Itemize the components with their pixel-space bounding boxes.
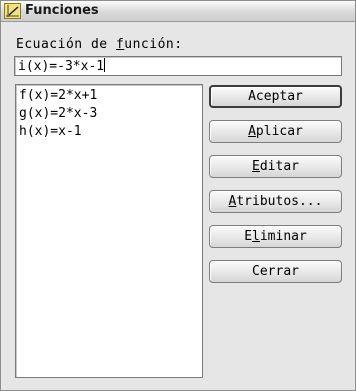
equation-label: Ecuación de función: bbox=[16, 37, 183, 52]
title-bar[interactable]: Funciones bbox=[1, 1, 355, 22]
window-title: Funciones bbox=[25, 3, 99, 18]
close-button-label: Cerrar bbox=[252, 264, 299, 279]
apply-accelerator: A bbox=[248, 124, 256, 139]
delete-button-label: E bbox=[244, 229, 253, 244]
accept-button[interactable]: Aceptar bbox=[209, 85, 342, 108]
functions-dialog: Funciones Ecuación de función: i(x)=-3*x… bbox=[0, 0, 356, 391]
equation-label-part: ón de bbox=[65, 37, 116, 52]
delete-accelerator: l bbox=[252, 229, 260, 244]
apply-button[interactable]: Aplicar bbox=[209, 120, 342, 143]
edit-button[interactable]: Editar bbox=[209, 155, 342, 178]
attributes-button-label: tributos... bbox=[236, 194, 323, 209]
apply-button-label: plicar bbox=[255, 124, 303, 139]
list-item[interactable]: f(x)=2*x+1 bbox=[19, 87, 199, 105]
text-caret bbox=[104, 58, 106, 72]
function-graph-icon[interactable] bbox=[4, 3, 21, 19]
delete-button[interactable]: Eliminar bbox=[209, 225, 342, 248]
equation-label-part: Ecuaci bbox=[16, 37, 66, 52]
functions-list[interactable]: f(x)=2*x+1 g(x)=2*x-3 h(x)=x-1 bbox=[15, 84, 203, 378]
edit-button-label: ditar bbox=[259, 159, 299, 174]
close-button[interactable]: Cerrar bbox=[209, 260, 342, 283]
equation-label-part: unción: bbox=[124, 37, 183, 52]
accept-button-label: Aceptar bbox=[248, 89, 303, 104]
equation-input-text: i(x)=-3*x-1 bbox=[18, 59, 105, 74]
list-item[interactable]: h(x)=x-1 bbox=[19, 123, 199, 141]
list-item[interactable]: g(x)=2*x-3 bbox=[19, 105, 199, 123]
attributes-button[interactable]: Atributos... bbox=[209, 190, 342, 213]
function-equation-input[interactable]: i(x)=-3*x-1 bbox=[14, 56, 342, 76]
delete-button-label: iminar bbox=[259, 229, 307, 244]
edit-accelerator: E bbox=[252, 159, 260, 174]
